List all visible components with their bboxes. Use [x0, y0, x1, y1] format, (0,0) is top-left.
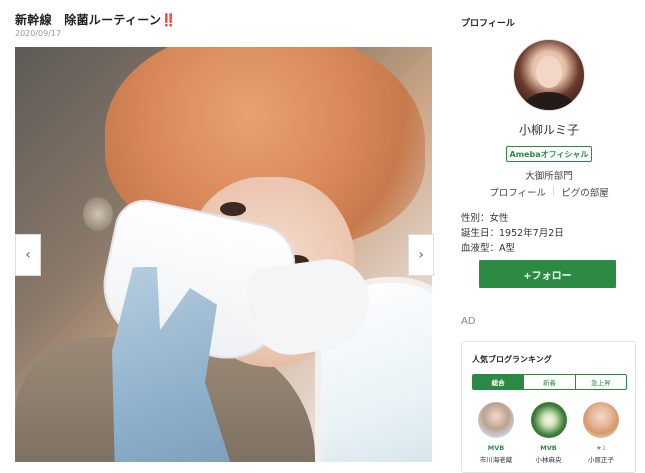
previous-image-button[interactable]: ‹ — [15, 234, 41, 276]
profile-link[interactable]: プロフィール — [489, 185, 546, 199]
chevron-left-icon: ‹ — [25, 247, 31, 263]
profile-avatar[interactable] — [513, 39, 585, 111]
ranking-item[interactable]: MVB 市川海老蔵 — [472, 402, 520, 464]
avatar-body — [524, 92, 574, 110]
next-image-button[interactable]: › — [408, 234, 434, 276]
post-date: 2020/09/17 — [15, 29, 62, 38]
avatar-face — [536, 56, 562, 88]
profile-heading: プロフィール — [461, 19, 515, 29]
tab-new[interactable]: 新着 — [524, 375, 576, 389]
profile-category: 大御所部門 — [525, 171, 573, 182]
ranking-tabs: 総合 新着 急上昇 — [472, 374, 627, 390]
photo-pendant — [83, 197, 113, 231]
link-separator: | — [552, 185, 556, 196]
ranking-blogger-name: 小林麻央 — [535, 456, 562, 464]
ranking-avatar — [530, 402, 567, 438]
post-title-text: 新幹線 除菌ルーティーン — [15, 13, 162, 27]
tab-rising[interactable]: 急上昇 — [576, 375, 626, 389]
post-title: 新幹線 除菌ルーティーン‼️ — [15, 11, 177, 28]
ranking-blogger-name: 小原正子 — [588, 456, 614, 464]
photo-eye-left — [220, 202, 246, 216]
profile-birthday: 誕生日：1952年7月2日 — [461, 228, 564, 239]
ranking-avatar — [478, 402, 514, 438]
ad-label: AD — [461, 316, 476, 327]
ranking-blogger-name: 市川海老蔵 — [479, 456, 513, 464]
ranking-avatar — [583, 402, 619, 438]
profile-links: プロフィール | ピグの部屋 — [461, 185, 637, 199]
profile-gender: 性別：女性 — [461, 213, 509, 224]
ranking-list: MVB 市川海老蔵 MVB 小林麻央 ★1 小原正子 — [472, 402, 625, 464]
profile-blood-type: 血液型：A型 — [461, 243, 515, 254]
ranking-title: 人気ブログランキング — [472, 355, 552, 364]
chevron-right-icon: › — [418, 247, 424, 263]
ranking-item[interactable]: ★1 小原正子 — [577, 402, 625, 464]
pigg-room-link[interactable]: ピグの部屋 — [561, 185, 609, 199]
profile-name[interactable]: 小柳ルミ子 — [461, 121, 637, 138]
official-badge: Amebaオフィシャル — [506, 146, 592, 162]
double-exclamation-icon: ‼️ — [161, 13, 177, 27]
tab-overall[interactable]: 総合 — [473, 375, 525, 389]
ranking-item[interactable]: MVB 小林麻央 — [525, 402, 573, 464]
rank-badge: MVB — [540, 444, 557, 452]
blog-ranking-box: 人気ブログランキング 総合 新着 急上昇 MVB 市川海老蔵 MVB 小林麻央 … — [461, 341, 636, 473]
rank-badge: MVB — [487, 444, 505, 452]
post-photo — [15, 47, 432, 462]
rank-badge: ★1 — [596, 444, 606, 452]
follow-button[interactable]: +フォロー — [479, 260, 616, 288]
